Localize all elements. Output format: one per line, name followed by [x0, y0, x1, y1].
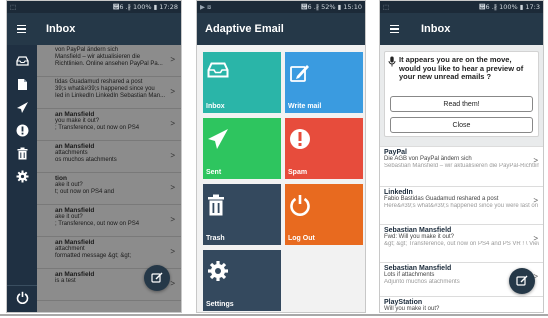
- dialog-question: It appears you are on the move, would yo…: [399, 55, 524, 81]
- tile-sent[interactable]: Sent: [203, 118, 281, 179]
- dialog-question-wrap: It appears you are on the move, would yo…: [385, 52, 538, 82]
- voice-preview-dialog: It appears you are on the move, would yo…: [384, 51, 539, 137]
- tile-label: Inbox: [206, 103, 225, 110]
- power-icon: [290, 195, 310, 216]
- read-them-button[interactable]: Read them!: [390, 96, 533, 112]
- list-item-subject: Fabio Bastidas Guadamud reshared a post: [384, 196, 499, 202]
- trash-icon[interactable]: [14, 145, 30, 161]
- tile-settings[interactable]: Settings: [203, 250, 281, 311]
- tile-label: Settings: [206, 301, 234, 308]
- list-item-subject: Fwd: Will you make it out?: [384, 234, 455, 240]
- status-bar: ⬚ ὏6 .∦ 100% ▮ 17:3: [380, 1, 543, 13]
- tile-label: Write mail: [288, 103, 322, 110]
- document-icon[interactable]: [14, 76, 30, 92]
- status-bar: ⬚ ὏6 .∦ 100% ▮ 17:28: [7, 1, 181, 13]
- list-item-sender: LinkedIn: [384, 189, 413, 196]
- list-item-sender: Sebastian Mansfield: [384, 227, 452, 234]
- list-item-preview: Sebastian Mansfield – wir aktualisieren …: [384, 163, 539, 169]
- trash-icon: [208, 194, 224, 216]
- status-left: ▶ ⧇: [200, 2, 212, 11]
- tile-trash[interactable]: Trash: [203, 184, 281, 245]
- list-item[interactable]: Sebastian Mansfield Fwd: Will you make i…: [380, 224, 543, 262]
- logout-button[interactable]: [7, 285, 37, 309]
- tile-inbox[interactable]: Inbox: [203, 52, 281, 113]
- power-icon: [16, 291, 28, 304]
- list-item[interactable]: PlayStation Will you make it out?: [380, 296, 543, 312]
- nav-drawer: [7, 45, 37, 312]
- alert-icon: [290, 129, 310, 149]
- send-icon[interactable]: [14, 99, 30, 115]
- inbox-icon[interactable]: [14, 53, 30, 69]
- status-right: ὏6 .∦ 52% ▮ 15:10: [301, 3, 362, 11]
- divider: [0, 314, 548, 316]
- home-tile-grid: Inbox Write mail Sent Spam Trash Log Out: [197, 45, 365, 312]
- app-bar: Adaptive Email: [197, 13, 365, 45]
- chevron-right-icon: >: [533, 196, 538, 205]
- alert-icon[interactable]: [14, 122, 30, 138]
- compose-icon: [151, 272, 163, 283]
- inbox-icon: [207, 62, 229, 78]
- list-item[interactable]: PayPal Die AGB von PayPal ändern sich Se…: [380, 146, 543, 186]
- list-item-subject: Die AGB von PayPal ändern sich: [384, 156, 472, 162]
- status-right: ὏6 .∦ 100% ▮ 17:3: [479, 3, 540, 11]
- list-item-subject: Will you make it out?: [384, 306, 440, 312]
- microphone-icon: [388, 56, 396, 67]
- phone-inbox-voice-prompt: ⬚ ὏6 .∦ 100% ▮ 17:3 Inbox It appears you…: [379, 0, 544, 313]
- tile-spam[interactable]: Spam: [285, 118, 363, 179]
- tile-label: Sent: [206, 169, 222, 176]
- tile-label: Log Out: [288, 235, 315, 242]
- tile-log-out[interactable]: Log Out: [285, 184, 363, 245]
- status-left: ⬚: [383, 3, 390, 11]
- close-button[interactable]: Close: [390, 117, 533, 133]
- status-bar: ▶ ⧇ ὏6 .∦ 52% ▮ 15:10: [197, 1, 365, 13]
- compose-fab[interactable]: [509, 268, 535, 294]
- tile-label: Trash: [206, 235, 225, 242]
- app-bar: Inbox: [7, 13, 181, 45]
- gear-icon: [208, 261, 228, 281]
- compose-fab[interactable]: [144, 265, 170, 291]
- tile-label: Spam: [288, 169, 308, 176]
- compose-icon: [516, 275, 528, 286]
- page-title: Inbox: [421, 23, 451, 35]
- pencil-square-icon: [290, 65, 309, 82]
- app-bar: Inbox: [380, 13, 543, 45]
- chevron-right-icon: >: [533, 234, 538, 243]
- list-item-sender: PayPal: [384, 149, 407, 156]
- list-item[interactable]: LinkedIn Fabio Bastidas Guadamud reshare…: [380, 186, 543, 224]
- tile-write-mail[interactable]: Write mail: [285, 52, 363, 113]
- screenshot-stage: ⬚ ὏6 .∦ 100% ▮ 17:28 Inbox von PayPal än…: [0, 0, 548, 318]
- list-item-preview: Here&#39;s what&#39;s happened since you…: [384, 203, 539, 209]
- app-title: Adaptive Email: [205, 23, 284, 35]
- status-left: ⬚: [10, 3, 17, 11]
- page-title: Inbox: [46, 23, 76, 35]
- gear-icon[interactable]: [14, 168, 30, 184]
- menu-icon[interactable]: [10, 24, 32, 34]
- chevron-right-icon: >: [533, 156, 538, 165]
- phone-inbox-drawer: ⬚ ὏6 .∦ 100% ▮ 17:28 Inbox von PayPal än…: [6, 0, 182, 313]
- menu-icon[interactable]: [383, 24, 405, 34]
- phone-home-tiles: ▶ ⧇ ὏6 .∦ 52% ▮ 15:10 Adaptive Email Inb…: [196, 0, 366, 313]
- status-right: ὏6 .∦ 100% ▮ 17:28: [112, 3, 178, 11]
- list-item-preview: &gt; &gt; Transference, out now on PS4 a…: [384, 241, 539, 247]
- send-icon: [208, 129, 228, 149]
- list-item-sender: PlayStation: [384, 299, 423, 306]
